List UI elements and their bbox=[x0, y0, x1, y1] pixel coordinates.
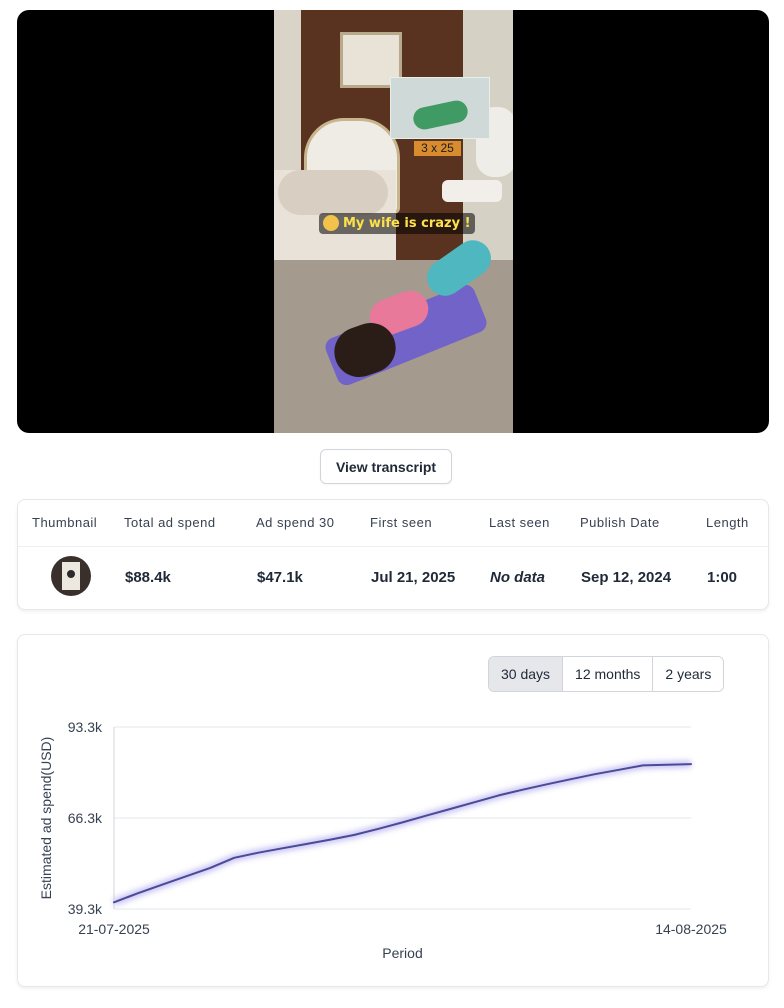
header-first-seen: First seen bbox=[370, 515, 433, 530]
value-total-ad-spend: $88.4k bbox=[125, 569, 171, 586]
screaming-face-icon bbox=[323, 214, 339, 231]
ad-stats-table: Thumbnail Total ad spend Ad spend 30 Fir… bbox=[17, 499, 769, 610]
x-tick-label: 14-08-2025 bbox=[655, 921, 727, 937]
header-ad-spend-30: Ad spend 30 bbox=[256, 515, 335, 530]
value-ad-spend-30: $47.1k bbox=[257, 569, 303, 586]
y-tick-label: 39.3k bbox=[68, 901, 103, 917]
video-player[interactable]: 3 x 25 My wife is crazy ! bbox=[17, 10, 769, 433]
ad-spend-line-chart: 39.3k 66.3k 93.3k 21-07-2025 14-08-2025 Perio… bbox=[38, 719, 727, 961]
header-total-ad-spend: Total ad spend bbox=[124, 515, 216, 530]
video-rep-badge: 3 x 25 bbox=[414, 141, 461, 156]
x-tick-label: 21-07-2025 bbox=[78, 921, 150, 937]
y-tick-label: 93.3k bbox=[68, 719, 103, 735]
ad-stats-row: $88.4k $47.1k Jul 21, 2025 No data Sep 1… bbox=[18, 547, 768, 609]
video-frame[interactable]: 3 x 25 My wife is crazy ! bbox=[274, 10, 513, 433]
series-line bbox=[113, 763, 692, 904]
ad-spend-chart-card: 30 days 12 months 2 years 39.3k 66.3k 93.3… bbox=[17, 634, 769, 987]
ad-stats-header-row: Thumbnail Total ad spend Ad spend 30 Fir… bbox=[18, 500, 768, 547]
thumbnail-figure bbox=[67, 570, 75, 578]
y-tick-label: 66.3k bbox=[68, 810, 103, 826]
video-caption: My wife is crazy ! bbox=[319, 213, 475, 234]
header-thumbnail: Thumbnail bbox=[32, 515, 98, 530]
header-publish-date: Publish Date bbox=[580, 515, 660, 530]
video-caption-text: My wife is crazy ! bbox=[343, 216, 471, 231]
video-exercise-inset bbox=[390, 77, 490, 139]
x-axis-title: Period bbox=[382, 945, 422, 961]
video-side-table bbox=[442, 180, 502, 202]
value-length: 1:00 bbox=[707, 569, 738, 586]
value-first-seen: Jul 21, 2025 bbox=[371, 569, 456, 586]
header-length: Length bbox=[706, 515, 749, 530]
value-publish-date: Sep 12, 2024 bbox=[581, 569, 672, 586]
header-last-seen: Last seen bbox=[489, 515, 550, 530]
video-inset-figure bbox=[411, 98, 470, 132]
y-axis-title: Estimated ad spend(USD) bbox=[38, 737, 54, 900]
view-transcript-button[interactable]: View transcript bbox=[320, 449, 452, 484]
value-last-seen: No data bbox=[490, 569, 546, 586]
series-line-glow bbox=[112, 760, 692, 906]
video-person-on-bed bbox=[278, 170, 388, 215]
ad-thumbnail[interactable] bbox=[51, 556, 91, 596]
